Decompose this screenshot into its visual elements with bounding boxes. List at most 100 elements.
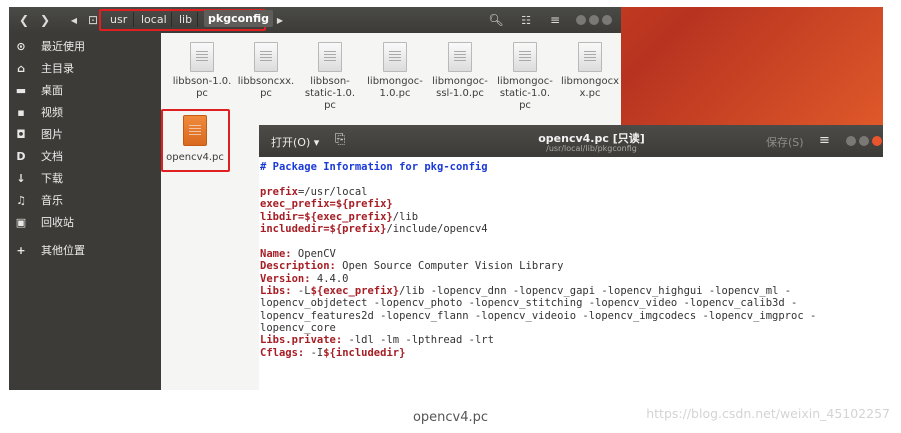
file-item[interactable]: libbsoncxx. pc bbox=[235, 42, 297, 100]
file-item[interactable]: libmongoc-ssl-1.0.pc bbox=[429, 42, 491, 100]
home-icon: ⌂ bbox=[17, 61, 25, 75]
save-button[interactable]: 保存(S) bbox=[766, 134, 804, 150]
file-label-line: 1.0.pc bbox=[379, 88, 411, 99]
code-token: Libs: bbox=[260, 284, 292, 297]
file-item[interactable]: libmongocx x.pc bbox=[559, 42, 621, 100]
crumb-usr[interactable]: usr bbox=[110, 13, 127, 26]
file-label-line: static-1.0. bbox=[304, 88, 356, 99]
crumb-separator bbox=[171, 12, 172, 27]
text-document-icon bbox=[578, 42, 602, 72]
sidebar-item[interactable]: ▪ 视频 bbox=[9, 102, 161, 122]
sidebar-item-label: 回收站 bbox=[41, 216, 74, 229]
minimize-icon[interactable] bbox=[846, 136, 856, 146]
code-line: exec_prefix=${prefix} bbox=[260, 198, 883, 210]
code-token: /lib -lopencv_dnn -lopencv_gapi -lopencv… bbox=[399, 284, 792, 297]
breadcrumb-right-arrow-icon[interactable]: ▶ bbox=[271, 11, 289, 29]
code-line: Version: 4.4.0 bbox=[260, 273, 883, 285]
clock-icon: ⊙ bbox=[16, 39, 26, 53]
close-icon[interactable] bbox=[602, 15, 612, 25]
code-token: ${exec_prefix} bbox=[310, 284, 400, 297]
desktop-folder-icon: ▬ bbox=[15, 83, 27, 97]
code-token: /lib bbox=[392, 210, 419, 223]
code-token: ${includedir} bbox=[323, 346, 406, 359]
file-label-line: pc bbox=[196, 88, 208, 99]
code-token: lopencv_objdetect -lopencv_photo -lopenc… bbox=[260, 297, 798, 310]
code-token: /include/opencv4 bbox=[386, 222, 488, 235]
video-icon: ▪ bbox=[17, 105, 25, 119]
file-item[interactable]: libbson-1.0. pc bbox=[171, 42, 233, 100]
file-label-line: libmongoc- bbox=[497, 76, 553, 87]
file-label-line: libmongocx bbox=[561, 76, 619, 87]
code-line: # Package Information for pkg-config bbox=[260, 161, 883, 173]
sidebar-item[interactable]: D 文档 bbox=[9, 146, 161, 166]
code-token: Cflags: bbox=[260, 346, 305, 359]
file-item[interactable]: libmongoc-static-1.0. pc bbox=[494, 42, 556, 112]
sidebar-item-label: 音乐 bbox=[41, 194, 63, 207]
view-toggle-icon[interactable]: ☷ bbox=[517, 11, 535, 29]
text-document-icon bbox=[318, 42, 342, 72]
file-opencv4-pc[interactable]: opencv4.pc bbox=[164, 115, 226, 164]
close-icon[interactable] bbox=[872, 136, 882, 146]
back-icon[interactable]: ❮ bbox=[15, 11, 33, 29]
crumb-local[interactable]: local bbox=[141, 13, 167, 26]
download-icon: ↓ bbox=[16, 171, 26, 185]
sidebar-item[interactable]: ↓ 下载 bbox=[9, 168, 161, 188]
sidebar-item[interactable]: ⌂ 主目录 bbox=[9, 58, 161, 78]
watermark-url: https://blog.csdn.net/weixin_45102257 bbox=[646, 406, 890, 421]
sidebar-item-label: 其他位置 bbox=[41, 244, 85, 257]
code-token: -I bbox=[304, 346, 324, 359]
sidebar-item[interactable]: ♫ 音乐 bbox=[9, 190, 161, 210]
sidebar-item[interactable]: ◘ 图片 bbox=[9, 124, 161, 144]
sidebar-item-label: 下载 bbox=[41, 172, 63, 185]
crumb-lib[interactable]: lib bbox=[179, 13, 192, 26]
menu-icon[interactable]: ≡ bbox=[546, 11, 564, 29]
breadcrumb-left-arrow-icon[interactable]: ◀ bbox=[65, 11, 83, 29]
sidebar-item[interactable]: + 其他位置 bbox=[9, 240, 161, 260]
code-token: Open Source Computer Vision Library bbox=[335, 260, 564, 273]
file-label-line: libbsoncxx. bbox=[237, 76, 295, 87]
file-item[interactable]: libbson-static-1.0. pc bbox=[299, 42, 361, 112]
code-line: Name: OpenCV bbox=[260, 248, 883, 260]
trash-icon: ▣ bbox=[15, 215, 27, 229]
code-line: Libs.private: -ldl -lm -lpthread -lrt bbox=[260, 334, 883, 346]
file-label-line: static-1.0. bbox=[499, 88, 551, 99]
code-token: 4.4.0 bbox=[310, 272, 349, 285]
crumb-separator bbox=[197, 12, 198, 27]
sidebar-item[interactable]: ▣ 回收站 bbox=[9, 212, 161, 232]
code-line: Libs: -L${exec_prefix}/lib -lopencv_dnn … bbox=[260, 285, 883, 297]
code-line: lopencv_core bbox=[260, 322, 883, 334]
code-token: libdir=${exec_prefix} bbox=[260, 210, 393, 223]
maximize-icon[interactable] bbox=[589, 15, 599, 25]
search-icon[interactable]: 🔍︎ bbox=[487, 11, 505, 29]
code-token: exec_prefix=${prefix} bbox=[260, 198, 393, 211]
code-token: OpenCV bbox=[291, 247, 336, 260]
maximize-icon[interactable] bbox=[859, 136, 869, 146]
editor-text-area[interactable]: # Package Information for pkg-config pref… bbox=[259, 157, 883, 390]
code-line: libdir=${exec_prefix}/lib bbox=[260, 211, 883, 223]
file-label-line: libbson- bbox=[310, 76, 350, 87]
file-item[interactable]: libmongoc- 1.0.pc bbox=[364, 42, 426, 100]
code-token: Name: bbox=[260, 247, 292, 260]
forward-icon[interactable]: ❯ bbox=[36, 11, 54, 29]
code-line: lopencv_features2d -lopencv_flann -lopen… bbox=[260, 310, 883, 322]
menu-icon[interactable]: ≡ bbox=[819, 133, 830, 148]
code-token: includedir=${prefix} bbox=[260, 222, 387, 235]
sidebar-item[interactable]: ⊙ 最近使用 bbox=[9, 36, 161, 56]
editor-header: 打开(O) ▾ ⎘ opencv4.pc [只读] /usr/local/lib… bbox=[259, 125, 883, 157]
orange-document-icon bbox=[183, 115, 207, 146]
code-line: lopencv_objdetect -lopencv_photo -lopenc… bbox=[260, 297, 883, 309]
sidebar-item-label: 视频 bbox=[41, 106, 63, 119]
code-token: Description: bbox=[260, 260, 336, 273]
code-token: -L bbox=[291, 284, 311, 297]
code-line: Cflags: -I${includedir} bbox=[260, 347, 883, 359]
sidebar: ⊙ 最近使用 ⌂ 主目录 ▬ 桌面 ▪ 视频 ◘ 图片 D 文档 ↓ 下载 ♫ 音乐 ▣ 回收站 + 其他位置 bbox=[9, 33, 161, 390]
code-token: =/usr/local bbox=[297, 185, 368, 198]
minimize-icon[interactable] bbox=[576, 15, 586, 25]
code-token: Version: bbox=[260, 272, 311, 285]
crumb-pkgconfig[interactable]: pkgconfig bbox=[204, 10, 273, 27]
text-editor-window: 打开(O) ▾ ⎘ opencv4.pc [只读] /usr/local/lib… bbox=[259, 125, 883, 390]
code-token: lopencv_core bbox=[260, 322, 336, 335]
sidebar-item[interactable]: ▬ 桌面 bbox=[9, 80, 161, 100]
